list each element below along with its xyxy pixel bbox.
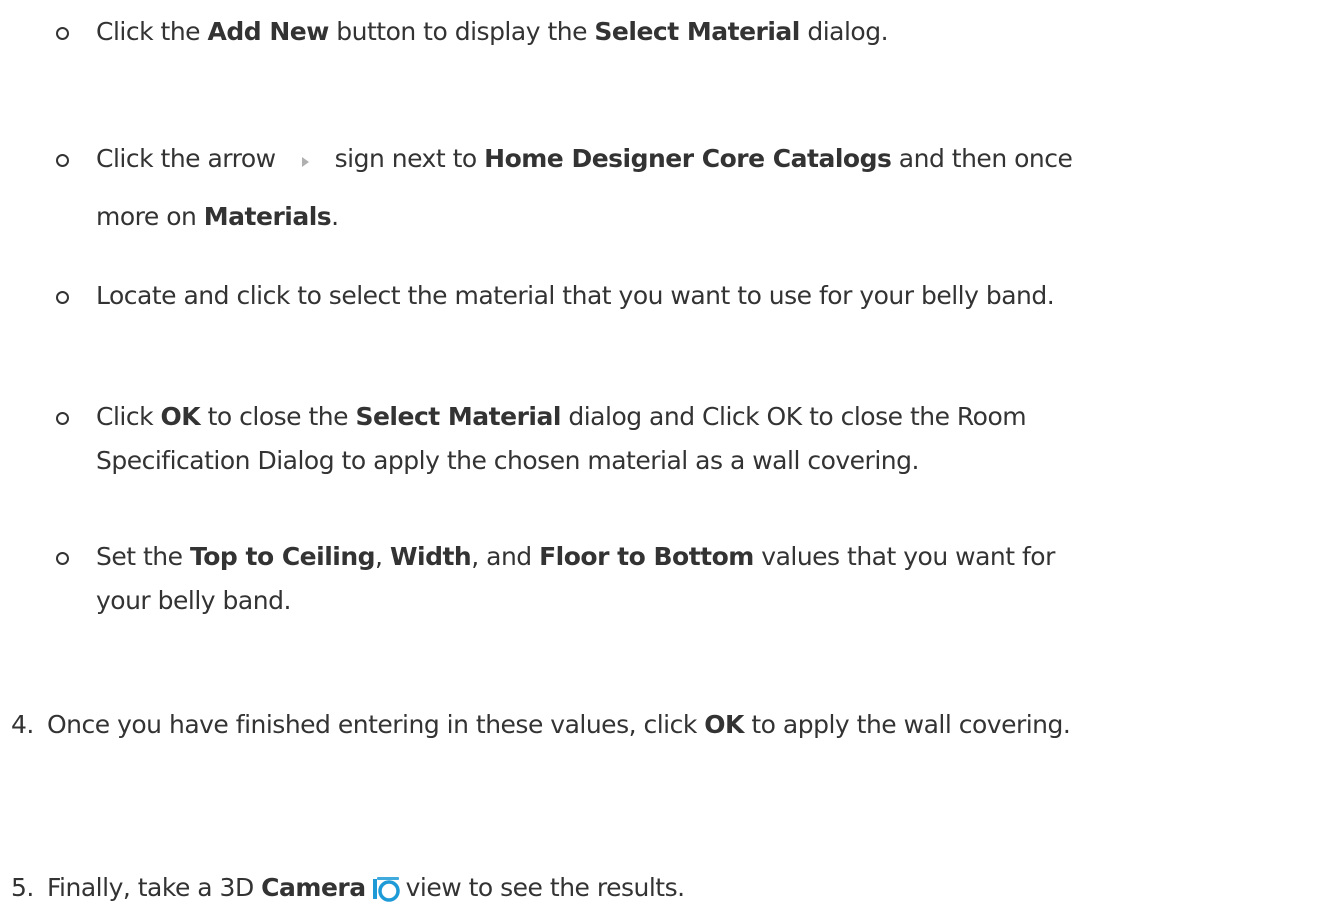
text-run: view to see the results. xyxy=(405,873,685,902)
bold-term: OK xyxy=(160,402,201,431)
bold-term: OK xyxy=(704,710,744,739)
bold-term: Select Material xyxy=(594,17,800,46)
text-run: , xyxy=(375,542,390,571)
bullet-marker xyxy=(56,27,69,40)
bold-term: Add New xyxy=(207,17,330,46)
text-run: values that you want for xyxy=(753,542,1055,571)
step-number: 5. xyxy=(11,873,34,902)
bullet-item-locate: Locate and click to select the material … xyxy=(96,276,1055,316)
text-run: to close the xyxy=(200,402,356,431)
bold-term: Top to Ceiling xyxy=(189,542,376,571)
step-number: 4. xyxy=(11,710,34,739)
bullet-item-ok-line2: Specification Dialog to apply the chosen… xyxy=(96,441,919,481)
text-run: Once you have finished entering in these… xyxy=(47,710,705,739)
text-run: , and xyxy=(471,542,540,571)
bold-term: Camera xyxy=(261,873,366,902)
text-run: sign next to xyxy=(334,144,485,173)
text-run: your belly band. xyxy=(96,586,291,615)
bullet-marker xyxy=(56,412,69,425)
bold-term: Home Designer Core Catalogs xyxy=(484,144,892,173)
bold-term: Floor to Bottom xyxy=(539,542,754,571)
bullet-marker xyxy=(56,552,69,565)
bullet-item-ok-line1: Click OK to close the Select Material di… xyxy=(96,397,1027,437)
text-run: Set the xyxy=(96,542,190,571)
text-run: dialog and Click OK to close the Room xyxy=(560,402,1027,431)
bold-term: Select Material xyxy=(355,402,561,431)
bold-term: Materials xyxy=(203,202,332,231)
text-run: Click the xyxy=(96,17,208,46)
text-run: more on xyxy=(96,202,204,231)
bold-term: Width xyxy=(389,542,472,571)
text-run: Specification Dialog to apply the chosen… xyxy=(96,446,919,475)
text-run: dialog. xyxy=(799,17,889,46)
step-4-text: Once you have finished entering in these… xyxy=(47,705,1071,745)
bullet-item-set-values-line1: Set the Top to Ceiling, Width, and Floor… xyxy=(96,537,1055,577)
arrow-icon xyxy=(301,157,309,167)
bullet-marker xyxy=(56,154,69,167)
camera-icon xyxy=(372,874,402,902)
text-run: Finally, take a 3D xyxy=(47,873,262,902)
text-run: to apply the wall covering. xyxy=(743,710,1071,739)
bullet-marker xyxy=(56,291,69,304)
text-run: . xyxy=(331,202,339,231)
bullet-item-arrow-line1: Click the arrow sign next to Home Designe… xyxy=(96,139,1073,179)
text-run: and then once xyxy=(891,144,1073,173)
text-run: Locate and click to select the material … xyxy=(96,281,1055,310)
step-5-text: Finally, take a 3D Camera view to see the… xyxy=(47,868,685,908)
text-run: Click xyxy=(96,402,161,431)
text-run: Click the arrow xyxy=(96,144,276,173)
bullet-item-arrow-line2: more on Materials. xyxy=(96,197,339,237)
bullet-item-add-new: Click the Add New button to display the … xyxy=(96,12,889,52)
text-run: button to display the xyxy=(328,17,595,46)
bullet-item-set-values-line2: your belly band. xyxy=(96,581,291,621)
